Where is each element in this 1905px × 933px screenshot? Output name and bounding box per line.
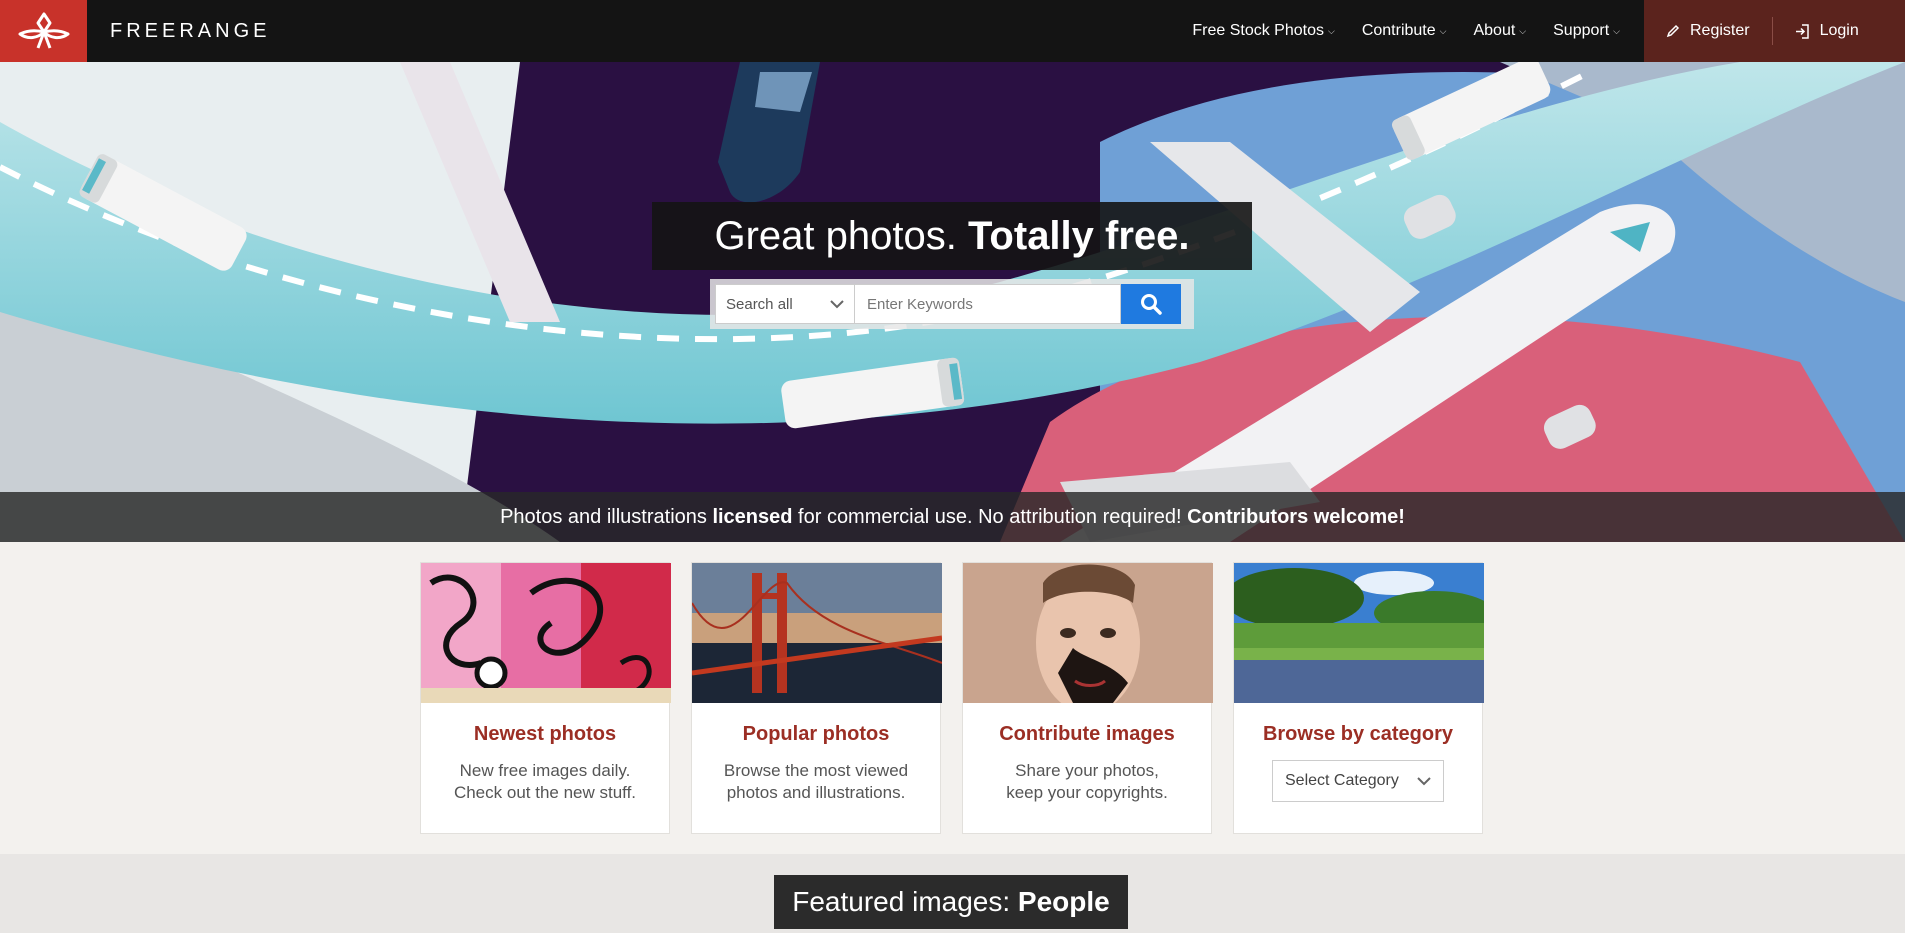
tagline-text: Photos and illustrations [500,506,713,528]
card-newest-photos[interactable]: Newest photos New free images daily. Che… [420,562,671,834]
headline-light: Great photos. [714,214,968,258]
feature-cards: Newest photos New free images daily. Che… [420,562,1484,834]
menu-contribute[interactable]: Contribute ⌵ [1362,22,1447,40]
chevron-down-icon: ⌵ [1439,25,1447,36]
meadow-image [1234,563,1484,703]
menu-free-stock-photos[interactable]: Free Stock Photos ⌵ [1192,22,1334,40]
chevron-down-icon [830,299,844,308]
card-browse-by-category: Browse by category Select Category [1233,562,1484,834]
card-desc-line: Browse the most viewed [723,761,909,780]
card-desc-line: keep your copyrights. [1006,783,1168,802]
search-input[interactable] [855,284,1121,324]
golden-gate-image [692,563,942,703]
category-select-value: Select Category [1285,772,1399,789]
chevron-down-icon [1417,776,1431,785]
card-desc-line: Share your photos, [1015,761,1159,780]
headline-bold: Totally free. [967,214,1190,258]
graffiti-image [421,563,671,703]
search-button[interactable] [1121,284,1181,324]
logo[interactable] [0,0,87,62]
login-button[interactable]: Login [1773,0,1881,62]
search-scope-select[interactable]: Search all [715,284,855,324]
search-bar: Search all [710,279,1194,329]
card-title[interactable]: Browse by category [1234,723,1482,746]
tagline-text: for commercial use. No attribution requi… [792,506,1188,528]
chevron-down-icon: ⌵ [1328,25,1335,36]
card-popular-photos[interactable]: Popular photos Browse the most viewed ph… [691,562,942,834]
menu-about[interactable]: About ⌵ [1473,22,1526,40]
featured-bold: People [1017,886,1110,917]
auth-area: Register Login [1644,0,1905,62]
menu-label: Free Stock Photos [1192,22,1324,39]
category-select[interactable]: Select Category [1272,760,1444,802]
card-title[interactable]: Popular photos [692,723,940,746]
chevron-down-icon: ⌵ [1613,25,1620,36]
featured-heading: Featured images: People [774,875,1128,929]
featured-light: Featured images: [792,886,1018,917]
register-label: Register [1690,22,1750,39]
hero-tagline: Photos and illustrations licensed for co… [0,492,1905,542]
tagline-bold: licensed [712,506,793,528]
chevron-down-icon: ⌵ [1519,25,1527,36]
menu-label: Support [1553,22,1610,39]
card-desc-line: Check out the new stuff. [453,783,637,802]
card-title[interactable]: Contribute images [963,723,1211,746]
hero-headline: Great photos. Totally free. [652,202,1252,270]
login-icon [1795,23,1809,39]
painted-face-image [963,563,1213,703]
card-description: Browse the most viewed photos and illust… [692,760,940,804]
menu-support[interactable]: Support ⌵ [1553,22,1620,40]
top-navbar: FREERANGE Free Stock Photos ⌵ Contribute… [0,0,1905,62]
card-desc-line: New free images daily. [459,761,631,780]
search-icon [1141,294,1162,315]
menu-label: About [1473,22,1516,39]
menu-label: Contribute [1361,22,1436,39]
card-description: New free images daily. Check out the new… [421,760,669,804]
card-desc-line: photos and illustrations. [726,783,906,802]
tagline-bold: Contributors welcome! [1187,506,1405,528]
search-scope-value: Search all [726,295,793,313]
register-button[interactable]: Register [1644,0,1772,62]
pencil-icon [1666,24,1680,38]
hero-banner: Great photos. Totally free. Search all P… [0,62,1905,542]
card-contribute-images[interactable]: Contribute images Share your photos, kee… [962,562,1213,834]
card-title[interactable]: Newest photos [421,723,669,746]
login-label: Login [1819,22,1859,39]
card-description: Share your photos, keep your copyrights. [963,760,1211,804]
brand-name[interactable]: FREERANGE [110,0,270,62]
main-menu: Free Stock Photos ⌵ Contribute ⌵ About ⌵… [1192,0,1620,62]
freerange-logo-icon [18,12,69,49]
